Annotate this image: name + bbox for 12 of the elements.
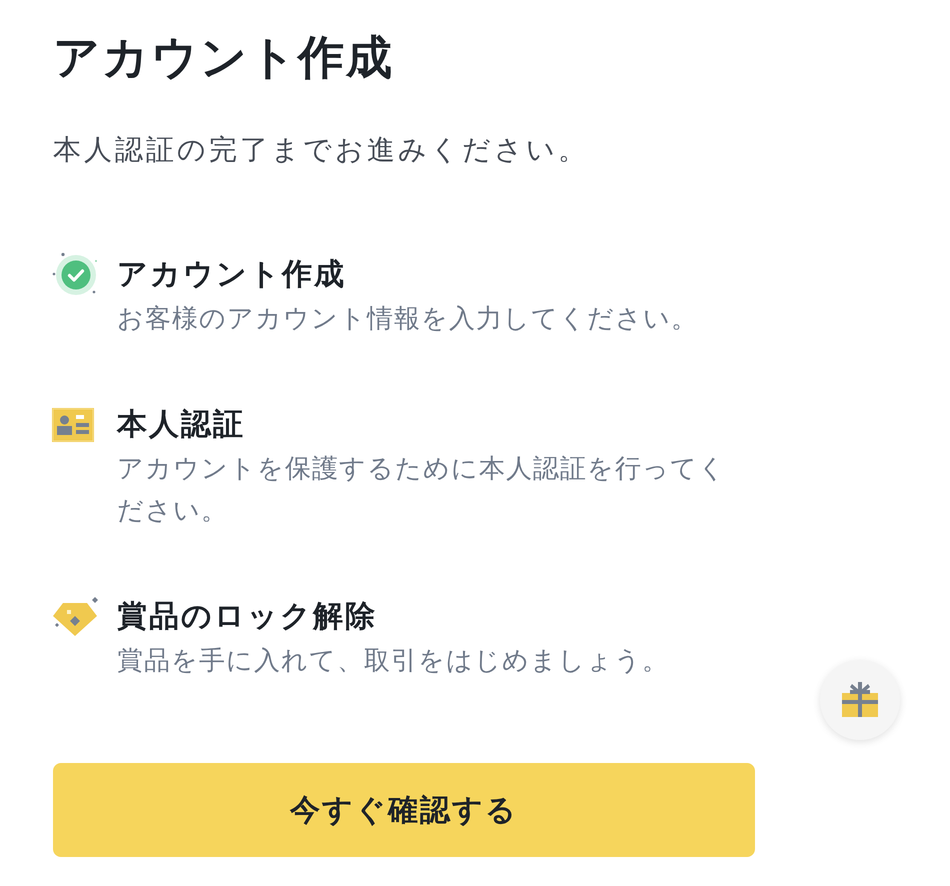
diamond-icon <box>52 597 100 637</box>
step-title: アカウント作成 <box>117 257 346 293</box>
step-description: アカウントを保護するために本人認証を行ってください。 <box>117 452 727 527</box>
gift-icon <box>841 682 879 718</box>
step-title: 本人認証 <box>117 407 245 443</box>
id-card-icon <box>52 408 94 442</box>
step-description: お客様のアカウント情報を入力してください。 <box>117 302 698 335</box>
step-title: 賞品のロック解除 <box>117 599 377 635</box>
verify-now-button[interactable]: 今すぐ確認する <box>53 763 755 857</box>
page-subtitle: 本人認証の完了までお進みください。 <box>53 133 589 167</box>
step-description: 賞品を手に入れて、取引をはじめましょう。 <box>117 644 669 677</box>
page-title: アカウント作成 <box>53 30 394 85</box>
